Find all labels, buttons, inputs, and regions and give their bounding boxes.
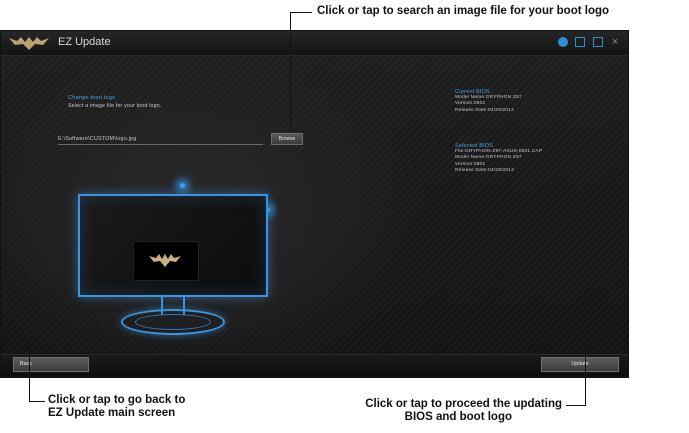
callout-back: Click or tap to go back to EZ Update mai… xyxy=(48,394,185,420)
restore-icon[interactable] xyxy=(592,37,603,47)
back-button[interactable]: Back xyxy=(13,357,89,372)
minimize-icon[interactable] xyxy=(575,37,586,47)
selected-bios-release: Release Date:04/29/2014 xyxy=(455,167,515,173)
current-bios-info: Current BIOS Model Name:GRYPHON Z97 Vers… xyxy=(455,89,522,114)
monitor-stand-base-inner xyxy=(135,314,211,330)
gear-icon[interactable] xyxy=(557,37,568,47)
change-boot-logo-label: Change boot logo xyxy=(68,95,116,101)
bottom-bar xyxy=(1,354,628,377)
tuf-logo-icon xyxy=(149,254,181,267)
update-button[interactable]: Update xyxy=(541,357,619,372)
callout-line-update xyxy=(585,341,586,406)
callout-back-line2: EZ Update main screen xyxy=(48,407,176,419)
callout-line-back xyxy=(29,341,30,402)
current-bios-release: Release Date:04/29/2014 xyxy=(455,107,515,113)
callout-line-back xyxy=(29,401,45,402)
tuf-logo-icon xyxy=(9,37,49,50)
callout-line-update xyxy=(566,405,586,406)
boot-logo-preview xyxy=(133,241,199,281)
callout-update: Click or tap to proceed the updating BIO… xyxy=(300,398,562,424)
callout-update-line1: Click or tap to proceed the updating xyxy=(365,398,562,410)
browse-button[interactable]: Browse xyxy=(271,133,303,145)
boot-logo-path-field[interactable] xyxy=(58,134,263,145)
ez-update-window: EZ Update × Change boot logo Select a im… xyxy=(0,30,629,378)
glow-dot-icon xyxy=(180,183,185,188)
close-icon[interactable]: × xyxy=(610,37,620,48)
callout-browse: Click or tap to search an image file for… xyxy=(317,5,610,17)
window-controls: × xyxy=(555,37,620,49)
app-title: EZ Update xyxy=(58,36,111,48)
callout-line-browse xyxy=(290,12,291,132)
accent-strip xyxy=(139,377,239,378)
title-bar: EZ Update × xyxy=(1,31,628,56)
callout-back-line1: Click or tap to go back to xyxy=(48,394,186,406)
monitor-preview xyxy=(78,194,268,297)
change-boot-logo-desc: Select a image file for your boot logo. xyxy=(68,103,162,109)
callout-line-browse xyxy=(290,12,312,13)
callout-update-line2: BIOS and boot logo xyxy=(404,411,512,423)
selected-bios-info: Selected BIOS File:GRYPHON-Z97-ASUS-0801… xyxy=(455,143,542,174)
